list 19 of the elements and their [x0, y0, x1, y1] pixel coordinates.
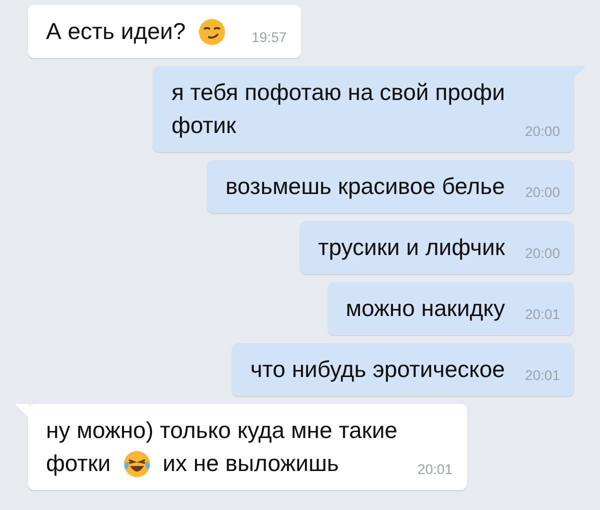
message-text: я тебя пофотаю на свой профи — [171, 78, 505, 107]
message-text: фотик — [171, 111, 236, 140]
laughing-emoji-icon — [122, 450, 151, 478]
message-text: ну можно) только куда мне такие — [46, 416, 398, 445]
message-text: возьмешь красивое белье — [225, 172, 505, 201]
message-text: А есть идеи? — [46, 17, 186, 46]
message-text: что нибудь эротическое — [250, 355, 505, 384]
message-time: 19:57 — [252, 28, 287, 47]
message-text: трусики и лифчик — [318, 233, 505, 262]
message-text: их не выложишь — [162, 449, 339, 478]
message-time: 20:00 — [524, 122, 560, 141]
message-time: 20:01 — [417, 460, 453, 479]
message-text: фотки — [46, 449, 111, 478]
message-text: можно накидку — [346, 294, 505, 323]
message-time: 20:01 — [524, 366, 560, 385]
message-time: 20:01 — [524, 305, 560, 324]
message-time: 20:00 — [524, 244, 560, 263]
message-time: 20:00 — [524, 183, 560, 202]
smirking-emoji-icon — [198, 18, 226, 46]
